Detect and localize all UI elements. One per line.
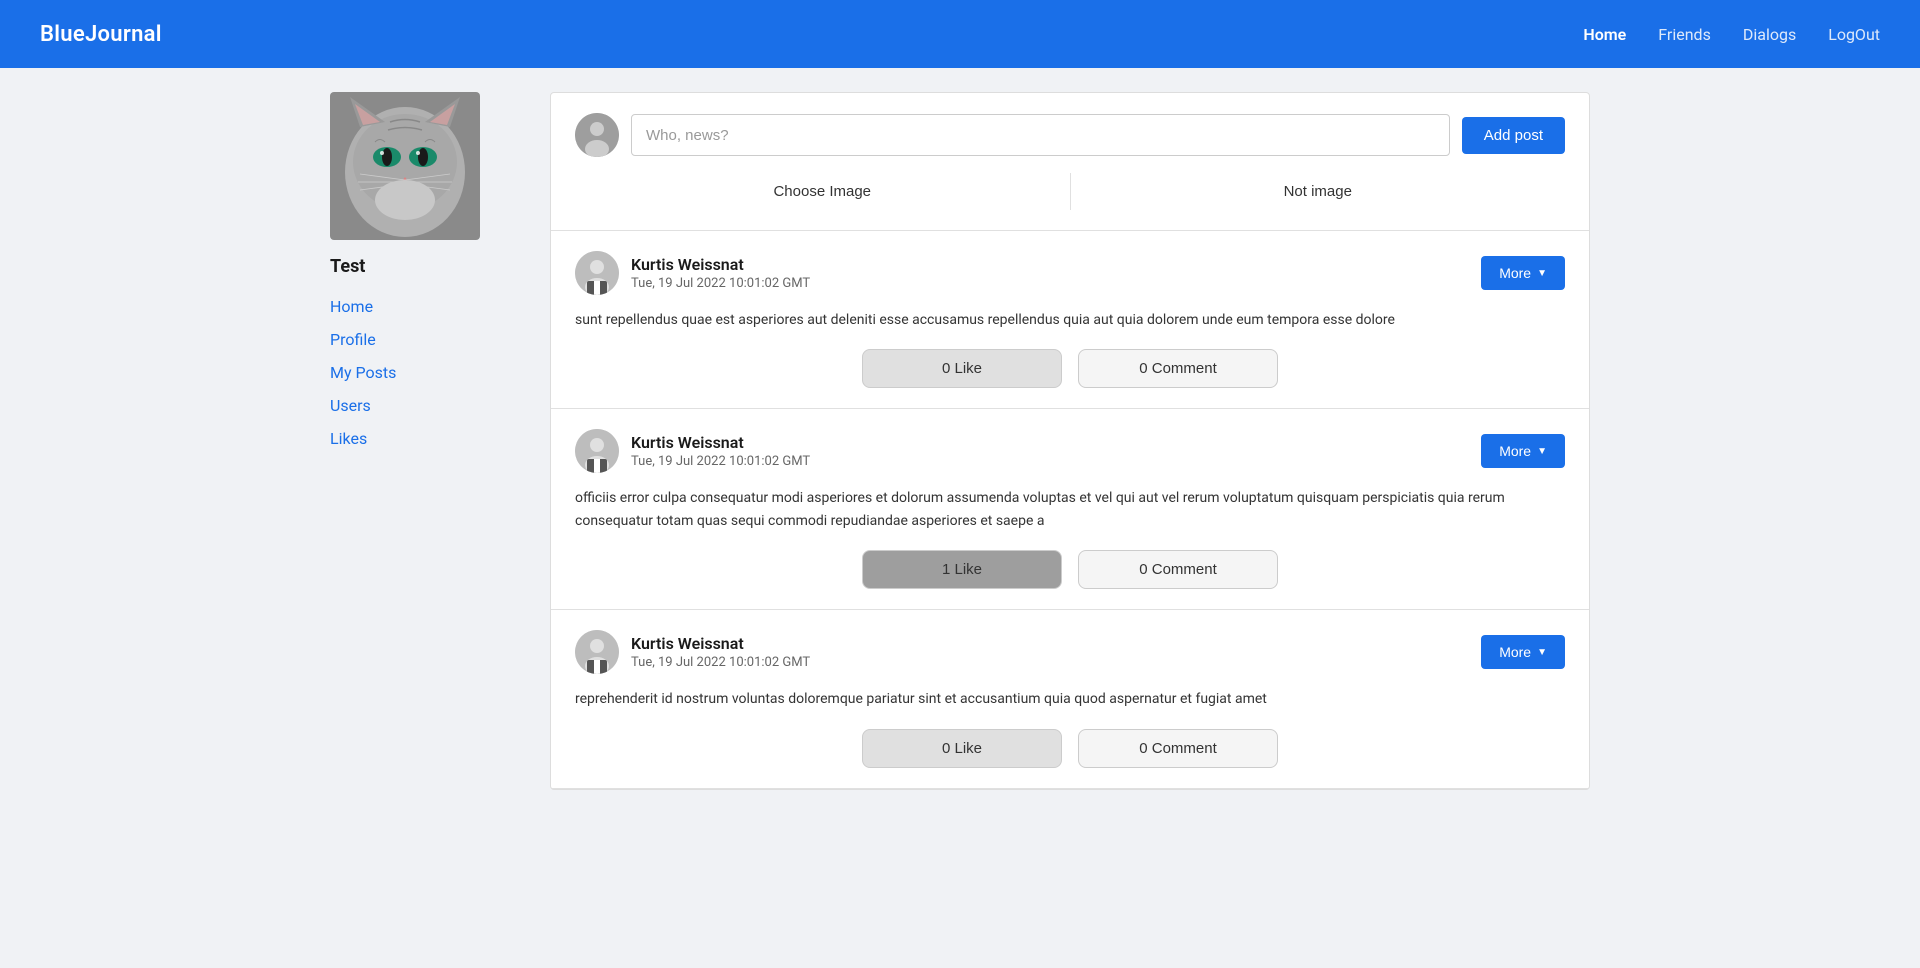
like-button[interactable]: 0 Like [862,729,1062,768]
comment-button[interactable]: 0 Comment [1078,550,1278,589]
page-layout: Test Home Profile My Posts Users Likes [310,68,1610,814]
sidebar-item-likes[interactable]: Likes [330,429,530,448]
post-author-area: Kurtis Weissnat Tue, 19 Jul 2022 10:01:0… [575,251,810,295]
app-logo: BlueJournal [40,22,162,47]
header: BlueJournal Home Friends Dialogs LogOut [0,0,1920,68]
not-image-button[interactable]: Not image [1071,173,1566,210]
avatar [330,92,480,240]
post-item: Kurtis Weissnat Tue, 19 Jul 2022 10:01:0… [551,231,1589,409]
comment-button[interactable]: 0 Comment [1078,729,1278,768]
post-date: Tue, 19 Jul 2022 10:01:02 GMT [631,454,810,469]
post-author-info: Kurtis Weissnat Tue, 19 Jul 2022 10:01:0… [631,255,810,291]
post-item: Kurtis Weissnat Tue, 19 Jul 2022 10:01:0… [551,610,1589,788]
more-button[interactable]: More [1481,256,1565,290]
more-button[interactable]: More [1481,434,1565,468]
post-author-info: Kurtis Weissnat Tue, 19 Jul 2022 10:01:0… [631,433,810,469]
post-actions: 0 Like 0 Comment [575,729,1565,768]
main-content: Add post Choose Image Not image [550,92,1590,790]
nav-home[interactable]: Home [1583,25,1626,44]
post-date: Tue, 19 Jul 2022 10:01:02 GMT [631,655,810,670]
profile-image [330,92,480,240]
post-author-area: Kurtis Weissnat Tue, 19 Jul 2022 10:01:0… [575,630,810,674]
post-header: Kurtis Weissnat Tue, 19 Jul 2022 10:01:0… [575,630,1565,674]
nav-friends[interactable]: Friends [1658,25,1711,44]
post-item: Kurtis Weissnat Tue, 19 Jul 2022 10:01:0… [551,409,1589,610]
choose-image-button[interactable]: Choose Image [575,173,1071,210]
post-author-name: Kurtis Weissnat [631,634,810,653]
sidebar-item-home[interactable]: Home [330,297,530,316]
composer-actions: Choose Image Not image [575,169,1565,210]
post-body: officiis error culpa consequatur modi as… [575,487,1565,532]
post-header: Kurtis Weissnat Tue, 19 Jul 2022 10:01:0… [575,429,1565,473]
post-date: Tue, 19 Jul 2022 10:01:02 GMT [631,276,810,291]
post-actions: 0 Like 0 Comment [575,349,1565,388]
post-avatar [575,630,619,674]
post-input[interactable] [631,114,1450,156]
sidebar-item-users[interactable]: Users [330,396,530,415]
post-author-name: Kurtis Weissnat [631,433,810,452]
post-author-area: Kurtis Weissnat Tue, 19 Jul 2022 10:01:0… [575,429,810,473]
post-avatar [575,429,619,473]
post-composer: Add post Choose Image Not image [551,93,1589,231]
sidebar: Test Home Profile My Posts Users Likes [330,92,550,790]
post-actions: 1 Like 0 Comment [575,550,1565,589]
composer-avatar [575,113,619,157]
composer-top: Add post [575,113,1565,157]
nav-logout[interactable]: LogOut [1828,25,1880,44]
sidebar-item-profile[interactable]: Profile [330,330,530,349]
sidebar-nav: Home Profile My Posts Users Likes [330,297,530,448]
post-header: Kurtis Weissnat Tue, 19 Jul 2022 10:01:0… [575,251,1565,295]
like-button[interactable]: 1 Like [862,550,1062,589]
more-button[interactable]: More [1481,635,1565,669]
sidebar-item-myposts[interactable]: My Posts [330,363,530,382]
post-author-info: Kurtis Weissnat Tue, 19 Jul 2022 10:01:0… [631,634,810,670]
post-avatar [575,251,619,295]
post-body: reprehenderit id nostrum voluntas dolore… [575,688,1565,710]
post-body: sunt repellendus quae est asperiores aut… [575,309,1565,331]
sidebar-username: Test [330,256,530,277]
comment-button[interactable]: 0 Comment [1078,349,1278,388]
like-button[interactable]: 0 Like [862,349,1062,388]
main-nav: Home Friends Dialogs LogOut [1583,25,1880,44]
nav-dialogs[interactable]: Dialogs [1743,25,1796,44]
add-post-button[interactable]: Add post [1462,117,1565,154]
post-author-name: Kurtis Weissnat [631,255,810,274]
